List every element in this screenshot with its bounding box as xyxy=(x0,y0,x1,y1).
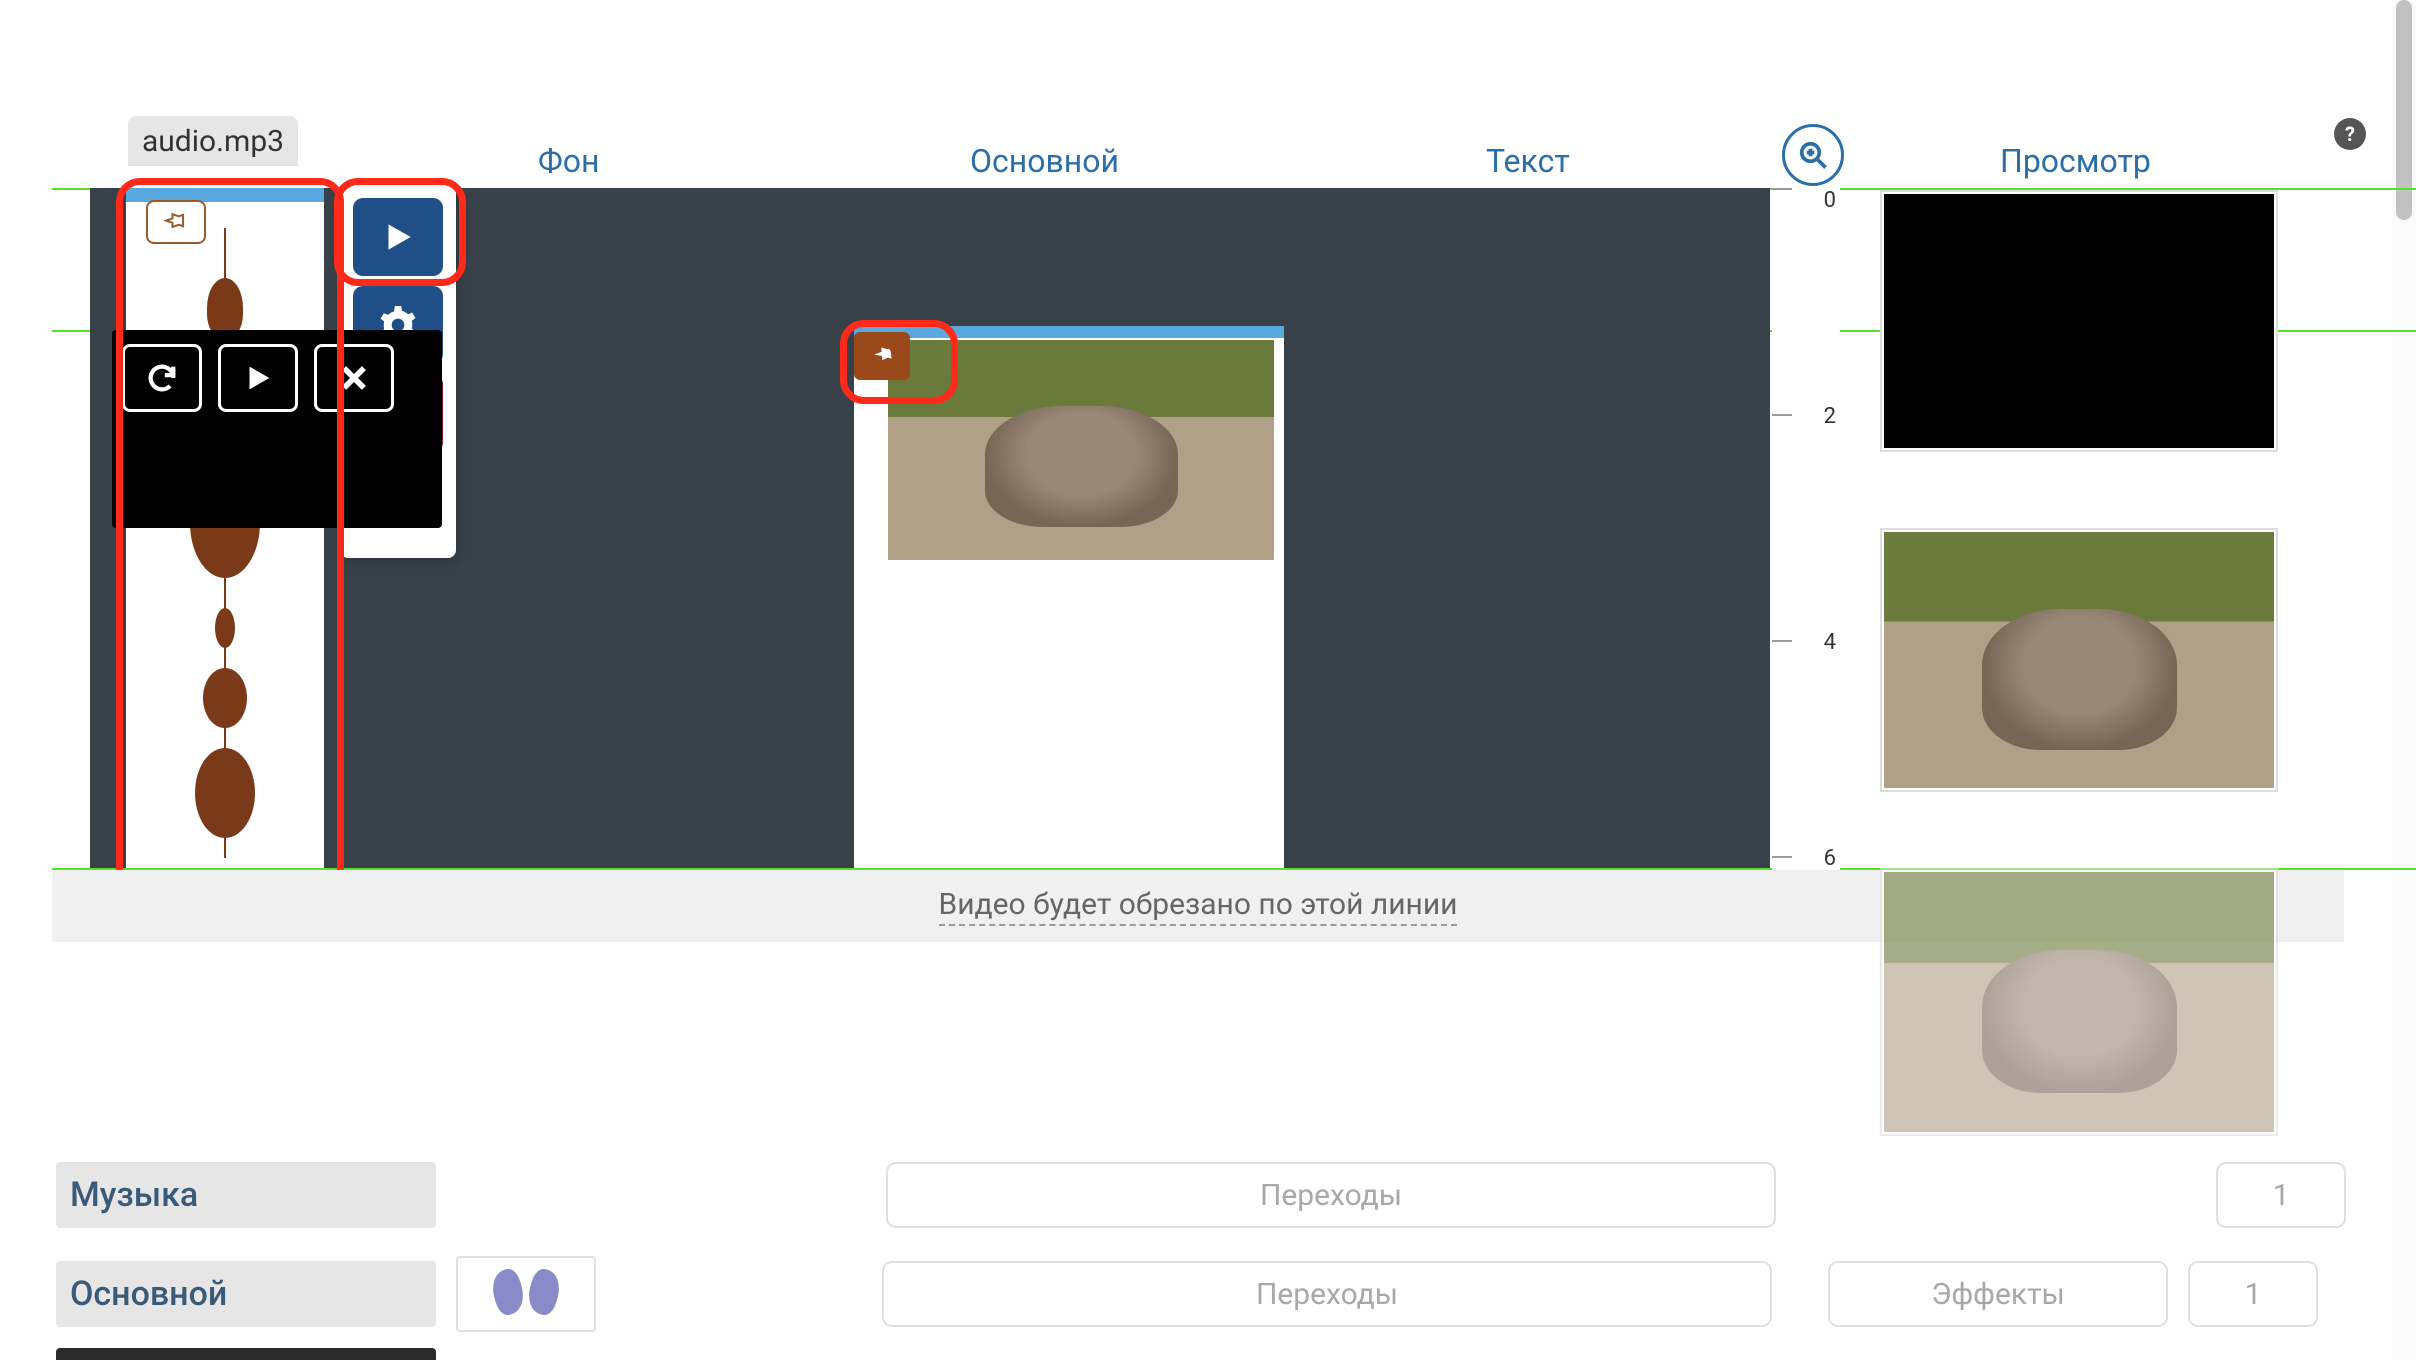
time-tick: 4 xyxy=(1824,630,1836,655)
column-header-preview: Просмотр xyxy=(2000,142,2151,180)
preview-frame-2[interactable] xyxy=(1880,528,2278,792)
transitions-button-music[interactable]: Переходы xyxy=(886,1162,1776,1228)
clip-thumbnail-small[interactable] xyxy=(456,1256,596,1332)
cut-line-message[interactable]: Видео будет обрезано по этой линии xyxy=(939,887,1458,926)
preview-frame-3[interactable] xyxy=(1880,868,2278,1136)
preview-frame-1[interactable] xyxy=(1880,190,2278,452)
effects-button-main[interactable]: Эффекты xyxy=(1828,1261,2168,1327)
play-button-popup[interactable] xyxy=(218,344,298,412)
column-header-text[interactable]: Текст xyxy=(1486,142,1570,180)
column-header-background[interactable]: Фон xyxy=(538,142,599,180)
clip-context-menu xyxy=(112,330,442,528)
track-label-main[interactable]: Основной xyxy=(56,1261,436,1327)
pin-button-main[interactable] xyxy=(854,332,910,380)
track-count-music[interactable]: 1 xyxy=(2216,1162,2346,1228)
time-tick: 2 xyxy=(1824,404,1836,429)
tab-audio[interactable]: audio.mp3 xyxy=(128,116,298,166)
pin-button-audio[interactable] xyxy=(146,200,206,244)
audio-track[interactable] xyxy=(126,188,324,868)
collapsed-track-bar[interactable] xyxy=(56,1348,436,1360)
time-ruler: 0 2 4 6 6.300 xyxy=(1772,188,1840,888)
close-button-popup[interactable] xyxy=(314,344,394,412)
zoom-in-button[interactable] xyxy=(1782,124,1844,186)
help-button-top[interactable]: ? xyxy=(2334,118,2366,150)
column-header-main[interactable]: Основной xyxy=(970,142,1119,180)
main-track-handle[interactable] xyxy=(854,326,1284,338)
time-tick: 0 xyxy=(1824,188,1836,213)
clip-thumbnail xyxy=(888,340,1274,560)
track-count-main[interactable]: 1 xyxy=(2188,1261,2318,1327)
play-button[interactable] xyxy=(353,198,443,276)
main-track-clip[interactable] xyxy=(854,326,1284,868)
transitions-button-main[interactable]: Переходы xyxy=(882,1261,1772,1327)
track-label-music[interactable]: Музыка xyxy=(56,1162,436,1228)
page-scrollbar[interactable] xyxy=(2392,0,2416,1360)
refresh-button[interactable] xyxy=(122,344,202,412)
time-tick: 6 xyxy=(1824,846,1836,871)
